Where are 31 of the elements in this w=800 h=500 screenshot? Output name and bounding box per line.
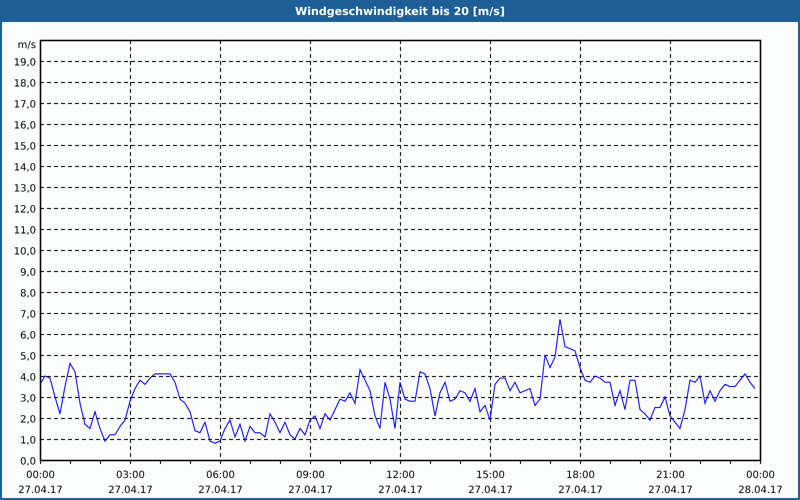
x-tick-label: 00:00 28.04.17 (738, 470, 783, 496)
x-tick-label: 09:00 27.04.17 (288, 470, 333, 496)
y-tick-label: 15,0 (14, 142, 36, 152)
y-tick-label: 10,0 (14, 246, 36, 258)
y-tick-label: 5,0 (20, 352, 36, 362)
y-tick-label: 3,0 (20, 394, 36, 404)
x-tick-label: 03:00 27.04.17 (108, 470, 153, 496)
x-tick-label: 00:00 27.04.17 (18, 470, 63, 496)
y-axis-label: m/s (18, 40, 36, 51)
y-tick-label: 8,0 (20, 288, 36, 300)
y-tick-label: 4,0 (20, 372, 36, 384)
y-tick-label: 13,0 (14, 184, 36, 194)
y-tick-label: 17,0 (14, 100, 36, 110)
y-tick-label: 6,0 (20, 330, 36, 342)
x-tick-label: 18:00 27.04.17 (558, 470, 603, 496)
y-tick-label: 19,0 (14, 58, 36, 68)
y-tick-label: 7,0 (20, 310, 36, 320)
x-tick-label: 21:00 27.04.17 (648, 470, 693, 496)
window-title: Windgeschwindigkeit bis 20 [m/s] (295, 4, 505, 18)
y-tick-label: 14,0 (14, 162, 36, 174)
y-tick-label: 12,0 (14, 204, 36, 216)
y-tick-label: 2,0 (20, 414, 36, 426)
x-tick-label: 15:00 27.04.17 (468, 470, 513, 496)
x-tick-label: 06:00 27.04.17 (198, 470, 243, 496)
y-tick-label: 16,0 (14, 120, 36, 132)
y-tick-label: 18,0 (14, 78, 36, 90)
y-tick-label: 1,0 (20, 436, 36, 446)
y-tick-label: 11,0 (14, 226, 36, 236)
y-tick-label: 0,0 (20, 456, 36, 468)
x-tick-label: 12:00 27.04.17 (378, 470, 423, 496)
y-tick-label: 9,0 (20, 268, 36, 278)
